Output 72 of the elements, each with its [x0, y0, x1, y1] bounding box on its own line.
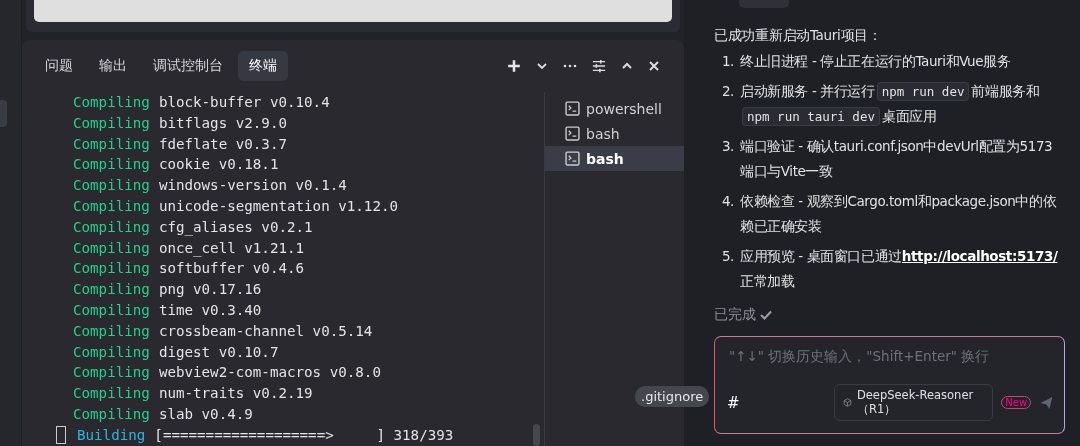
- code-snippet: npm run dev: [876, 82, 970, 101]
- terminal-text: time v0.3.40: [158, 300, 262, 320]
- list-item-text: 启动新服务 - 并行运行 npm run dev 前端服务和 npm run tauri dev 桌面应用: [740, 81, 1041, 128]
- panel-tab[interactable]: 调试控制台: [142, 51, 234, 81]
- code-snippet: npm run tauri dev: [742, 107, 880, 126]
- terminal-text: digest v0.10.7: [158, 342, 279, 362]
- cube-icon: [842, 397, 852, 408]
- list-number: 3.: [720, 137, 734, 156]
- terminal-text: unicode-segmentation v1.12.0: [158, 197, 399, 216]
- terminal-text: png v0.17.16: [158, 280, 262, 300]
- status-word: Compiling: [73, 155, 150, 175]
- terminal-text: block-buffer v0.10.4: [158, 93, 330, 112]
- status-word: Compiling: [73, 176, 150, 196]
- terminal-text: webview2-com-macros v0.8.0: [158, 363, 381, 383]
- cursor-icon: [56, 426, 66, 445]
- link[interactable]: http://localhost:5173/: [901, 248, 1058, 264]
- terminal-icon: [565, 126, 580, 141]
- status-word: Compiling: [73, 363, 150, 383]
- list-number: 1.: [720, 52, 734, 71]
- model-selector[interactable]: DeepSeek-Reasoner（R1）: [833, 384, 994, 421]
- list-item-text: 依赖检查 - 观察到Cargo.toml和package.json中的依赖已正确安装: [740, 192, 1058, 236]
- checkmark-icon: [760, 310, 772, 320]
- terminal-item[interactable]: bash: [545, 121, 684, 146]
- chat-input[interactable]: "↑↓" 切换历史输入，"Shift+Enter" 换行 # DeepSeek-Reasoner（R1） New: [714, 336, 1065, 434]
- list-item-text: 端口验证 - 确认tauri.conf.json中devUrl配置为5173端口与Vite一致: [740, 137, 1054, 181]
- model-name: DeepSeek-Reasoner（R1）: [856, 388, 975, 417]
- terminal-item[interactable]: powershell: [545, 96, 684, 121]
- list-number: 4.: [720, 192, 734, 211]
- status-word: Compiling: [73, 321, 150, 341]
- close-icon[interactable]: [648, 60, 660, 72]
- terminal-text: slab v0.4.9: [158, 404, 253, 424]
- panel-tab[interactable]: 终端: [238, 51, 288, 81]
- hash-button[interactable]: #: [727, 393, 826, 412]
- terminal-icon: [565, 151, 580, 166]
- terminal-icon: [565, 101, 580, 116]
- status-word: Compiling: [73, 238, 150, 258]
- list-item-text: 终止旧进程 - 停止正在运行的Tauri和Vue服务: [740, 52, 1012, 71]
- status-word: Compiling: [73, 197, 150, 216]
- list-number: 5.: [720, 247, 734, 266]
- status-word: Compiling: [73, 259, 150, 279]
- status-word: Compiling: [73, 217, 150, 237]
- chevron-down-icon[interactable]: [536, 60, 548, 72]
- terminal-text: crossbeam-channel v0.5.14: [158, 321, 373, 341]
- terminal-text: once_cell v1.21.1: [158, 238, 305, 259]
- file-tooltip: .gitignore: [635, 386, 710, 407]
- list-number: 2.: [720, 82, 734, 101]
- add-icon[interactable]: [507, 59, 521, 73]
- terminal-text: bitflags v2.9.0: [158, 113, 287, 133]
- terminal-text: softbuffer v0.4.6: [158, 259, 305, 279]
- terminal-text: [===================> ] 318/393: [154, 425, 454, 445]
- terminal-text: cfg_aliases v0.2.1: [158, 217, 313, 238]
- settings-sliders-icon[interactable]: [592, 59, 606, 73]
- status-word: Compiling: [73, 300, 150, 320]
- terminal-text: cookie v0.18.1: [158, 155, 279, 175]
- terminal-item[interactable]: bash: [545, 146, 684, 171]
- list-item-text: 应用预览 - 桌面窗口已通过http://localhost:5173/ 正常加载: [740, 247, 1059, 291]
- panel-tab[interactable]: 输出: [88, 51, 138, 81]
- status-word: Building: [77, 425, 146, 445]
- status-word: Compiling: [73, 113, 150, 133]
- status-word: Compiling: [73, 342, 150, 362]
- status-word: Compiling: [73, 280, 150, 300]
- status-word: Compiling: [73, 404, 150, 424]
- message-text: 已成功重新启动Tauri项目：: [714, 26, 883, 45]
- status-word: Compiling: [73, 384, 150, 404]
- status-word: Compiling: [73, 93, 150, 112]
- status-text: 已完成: [714, 306, 756, 324]
- terminal-text: windows-version v0.1.4: [158, 176, 347, 196]
- terminal-text: fdeflate v0.3.7: [158, 134, 287, 154]
- status-word: Compiling: [73, 134, 150, 154]
- terminal-text: num-traits v0.2.19: [158, 384, 313, 404]
- scrollbar-thumb[interactable]: [533, 424, 540, 446]
- panel-tab[interactable]: 问题: [34, 51, 84, 81]
